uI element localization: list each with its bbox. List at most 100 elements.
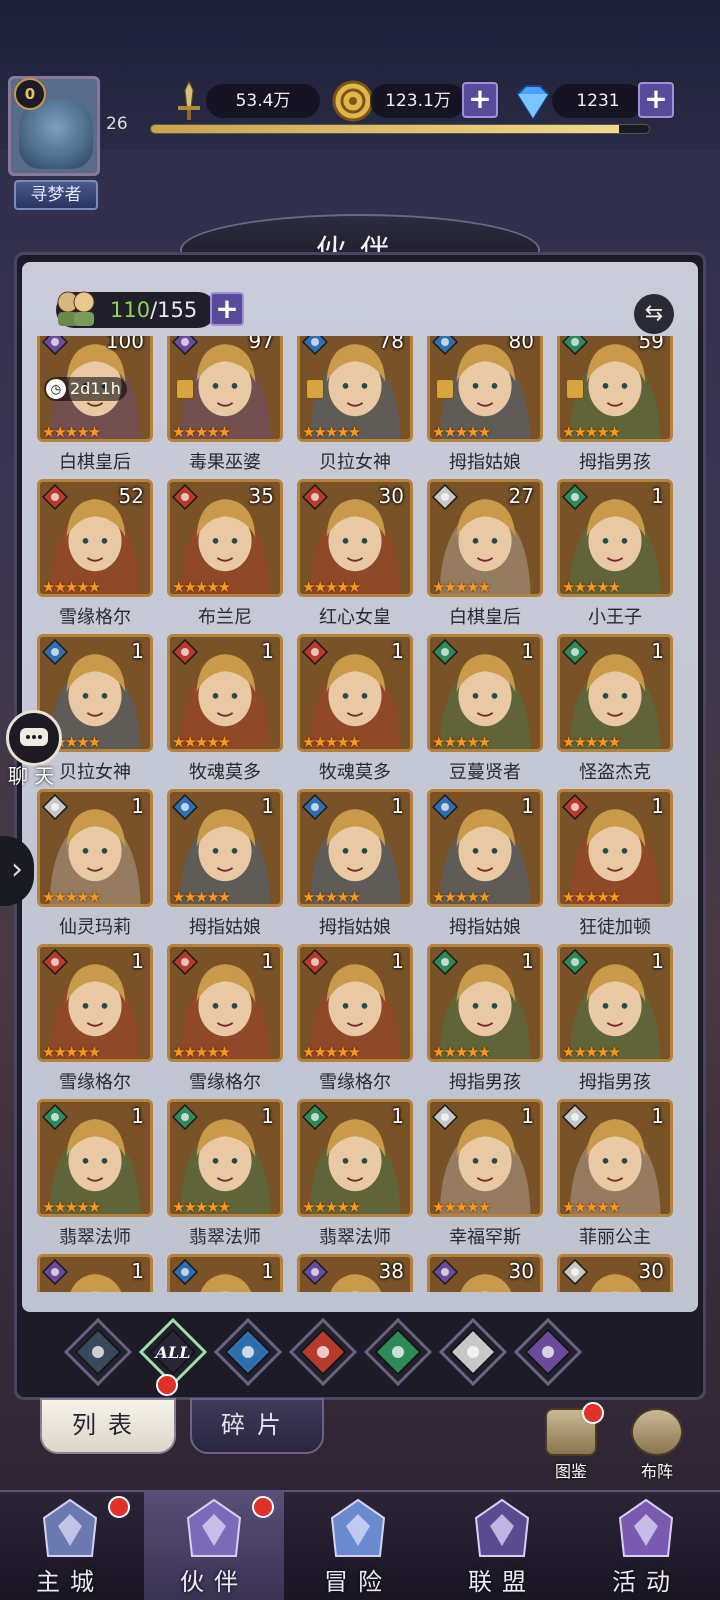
hero-card[interactable]: 1★★★★★ (427, 789, 543, 907)
nav-events-icon (618, 1498, 674, 1557)
hero-level: 1 (261, 794, 274, 818)
filter-water[interactable] (212, 1316, 284, 1388)
hero-card[interactable]: 30★★★★★ (297, 479, 413, 597)
hero-stars: ★★★★★ (42, 1043, 101, 1061)
formation-button[interactable]: 布阵 (622, 1408, 692, 1482)
sort-toggle-button[interactable]: ⇆ (634, 294, 674, 334)
hero-level: 27 (508, 484, 534, 508)
chat-label: 聊 天 (8, 764, 55, 788)
element-wind-icon (561, 336, 589, 356)
roster-capacity: /155 (150, 298, 198, 322)
hero-stars: ★★★★★ (562, 1198, 621, 1216)
hero-card[interactable]: 1★★★★★ (167, 1254, 283, 1292)
nav-partners-notification-dot (252, 1496, 274, 1518)
hero-stars: ★★★★★ (302, 888, 361, 906)
hero-card[interactable]: 1★★★★★ (167, 789, 283, 907)
filter-fire[interactable] (287, 1316, 359, 1388)
hero-card[interactable]: 30★★★★★ (427, 1254, 543, 1292)
nav-events[interactable]: 活动 (576, 1490, 716, 1600)
hero-level: 59 (638, 336, 664, 353)
rank-badge-icon (176, 379, 194, 399)
hero-name: 牧魂莫多 (319, 762, 391, 783)
hero-stars: ★★★★★ (432, 423, 491, 441)
hero-name: 拇指男孩 (579, 1072, 651, 1093)
hero-card[interactable]: 30★★★★★ (557, 1254, 673, 1292)
nav-adventure-icon (330, 1498, 386, 1557)
hero-level: 35 (248, 484, 274, 508)
filter-wind[interactable] (362, 1316, 434, 1388)
hero-timer: ◷ 2d11h (44, 377, 127, 401)
element-fire-icon (41, 948, 69, 976)
hero-card[interactable]: 59 ★★★★★ (557, 336, 673, 442)
gold-display: 123.1万 (370, 84, 466, 118)
hero-card[interactable]: 1★★★★★ (427, 944, 543, 1062)
svg-text:ALL: ALL (154, 1343, 191, 1362)
hero-card[interactable]: 1★★★★★ (557, 1099, 673, 1217)
hero-level: 38 (378, 1259, 404, 1283)
element-light-icon (431, 1103, 459, 1131)
filter-fire-icon (288, 1317, 358, 1387)
gems-display: 1231 (552, 84, 644, 118)
element-wind-icon (561, 483, 589, 511)
hero-card[interactable]: 35 ★★★★★ (167, 479, 283, 597)
tab-list[interactable]: 列表 (40, 1398, 176, 1454)
filter-light[interactable] (437, 1316, 509, 1388)
hero-card[interactable]: 1★★★★★ (37, 944, 153, 1062)
nav-alliance-label: 联盟 (468, 1568, 536, 1596)
nav-events-label: 活动 (612, 1568, 680, 1596)
nav-main-city-icon (42, 1498, 98, 1557)
filter-all-dark-icon (63, 1317, 133, 1387)
xp-bar (150, 124, 650, 134)
hero-name: 白棋皇后 (59, 452, 131, 473)
hero-card[interactable]: 80 ★★★★★ (427, 336, 543, 442)
tab-fragments[interactable]: 碎片 (190, 1398, 324, 1454)
hero-card[interactable]: 1★★★★★ (427, 634, 543, 752)
nav-alliance-icon (474, 1498, 530, 1557)
hero-card[interactable]: 1★★★★★ (37, 1099, 153, 1217)
chat-button[interactable] (6, 710, 62, 766)
hero-card[interactable]: 1★★★★★ (37, 789, 153, 907)
add-gems-button[interactable]: + (638, 82, 674, 118)
hero-level: 1 (261, 639, 274, 663)
element-water-icon (41, 638, 69, 666)
hero-card[interactable]: 1★★★★★ (297, 944, 413, 1062)
hero-card[interactable]: 100 ◷ 2d11h ★★★★★ (37, 336, 153, 442)
hero-card[interactable]: 1★★★★★ (557, 789, 673, 907)
element-wind-icon (301, 1103, 329, 1131)
element-wind-icon (171, 1103, 199, 1131)
hero-card[interactable]: 1★★★★★ (167, 634, 283, 752)
nav-adventure[interactable]: 冒险 (288, 1490, 428, 1600)
element-light-icon (41, 793, 69, 821)
hero-name: 豆蔓贤者 (449, 762, 521, 783)
hero-card[interactable]: 1★★★★★ (167, 1099, 283, 1217)
hero-card[interactable]: 1★★★★★ (37, 1254, 153, 1292)
hero-card[interactable]: 1★★★★★ (427, 1099, 543, 1217)
add-gold-button[interactable]: + (462, 82, 498, 118)
hero-level: 1 (131, 1259, 144, 1283)
hero-card[interactable]: 1★★★★★ (557, 944, 673, 1062)
hero-card[interactable]: 1★★★★★ (297, 634, 413, 752)
hero-card[interactable]: 78 ★★★★★ (297, 336, 413, 442)
hero-card[interactable]: 27 ★★★★★ (427, 479, 543, 597)
hero-card[interactable]: 52 ★★★★★ (37, 479, 153, 597)
hero-card[interactable]: 1★★★★★ (557, 479, 673, 597)
hero-level: 1 (131, 794, 144, 818)
hero-card[interactable]: 1★★★★★ (167, 944, 283, 1062)
element-light-icon (431, 483, 459, 511)
codex-label: 图鉴 (554, 1462, 587, 1481)
hero-card[interactable]: 38★★★★★ (297, 1254, 413, 1292)
hero-card[interactable]: 1★★★★★ (557, 634, 673, 752)
hero-stars: ★★★★★ (562, 578, 621, 596)
codex-notification-dot (582, 1402, 604, 1424)
hero-card[interactable]: 1★★★★★ (297, 789, 413, 907)
element-dark-icon (301, 1258, 329, 1286)
expand-roster-button[interactable]: + (210, 292, 244, 326)
hero-card[interactable]: 97 ★★★★★ (167, 336, 283, 442)
filter-dark[interactable] (512, 1316, 584, 1388)
hero-stars: ★★★★★ (562, 423, 621, 441)
nav-alliance[interactable]: 联盟 (432, 1490, 572, 1600)
hero-name: 雪缘格尔 (59, 607, 131, 628)
filter-all-dark[interactable] (62, 1316, 134, 1388)
hero-level: 80 (508, 336, 534, 353)
hero-card[interactable]: 1★★★★★ (297, 1099, 413, 1217)
